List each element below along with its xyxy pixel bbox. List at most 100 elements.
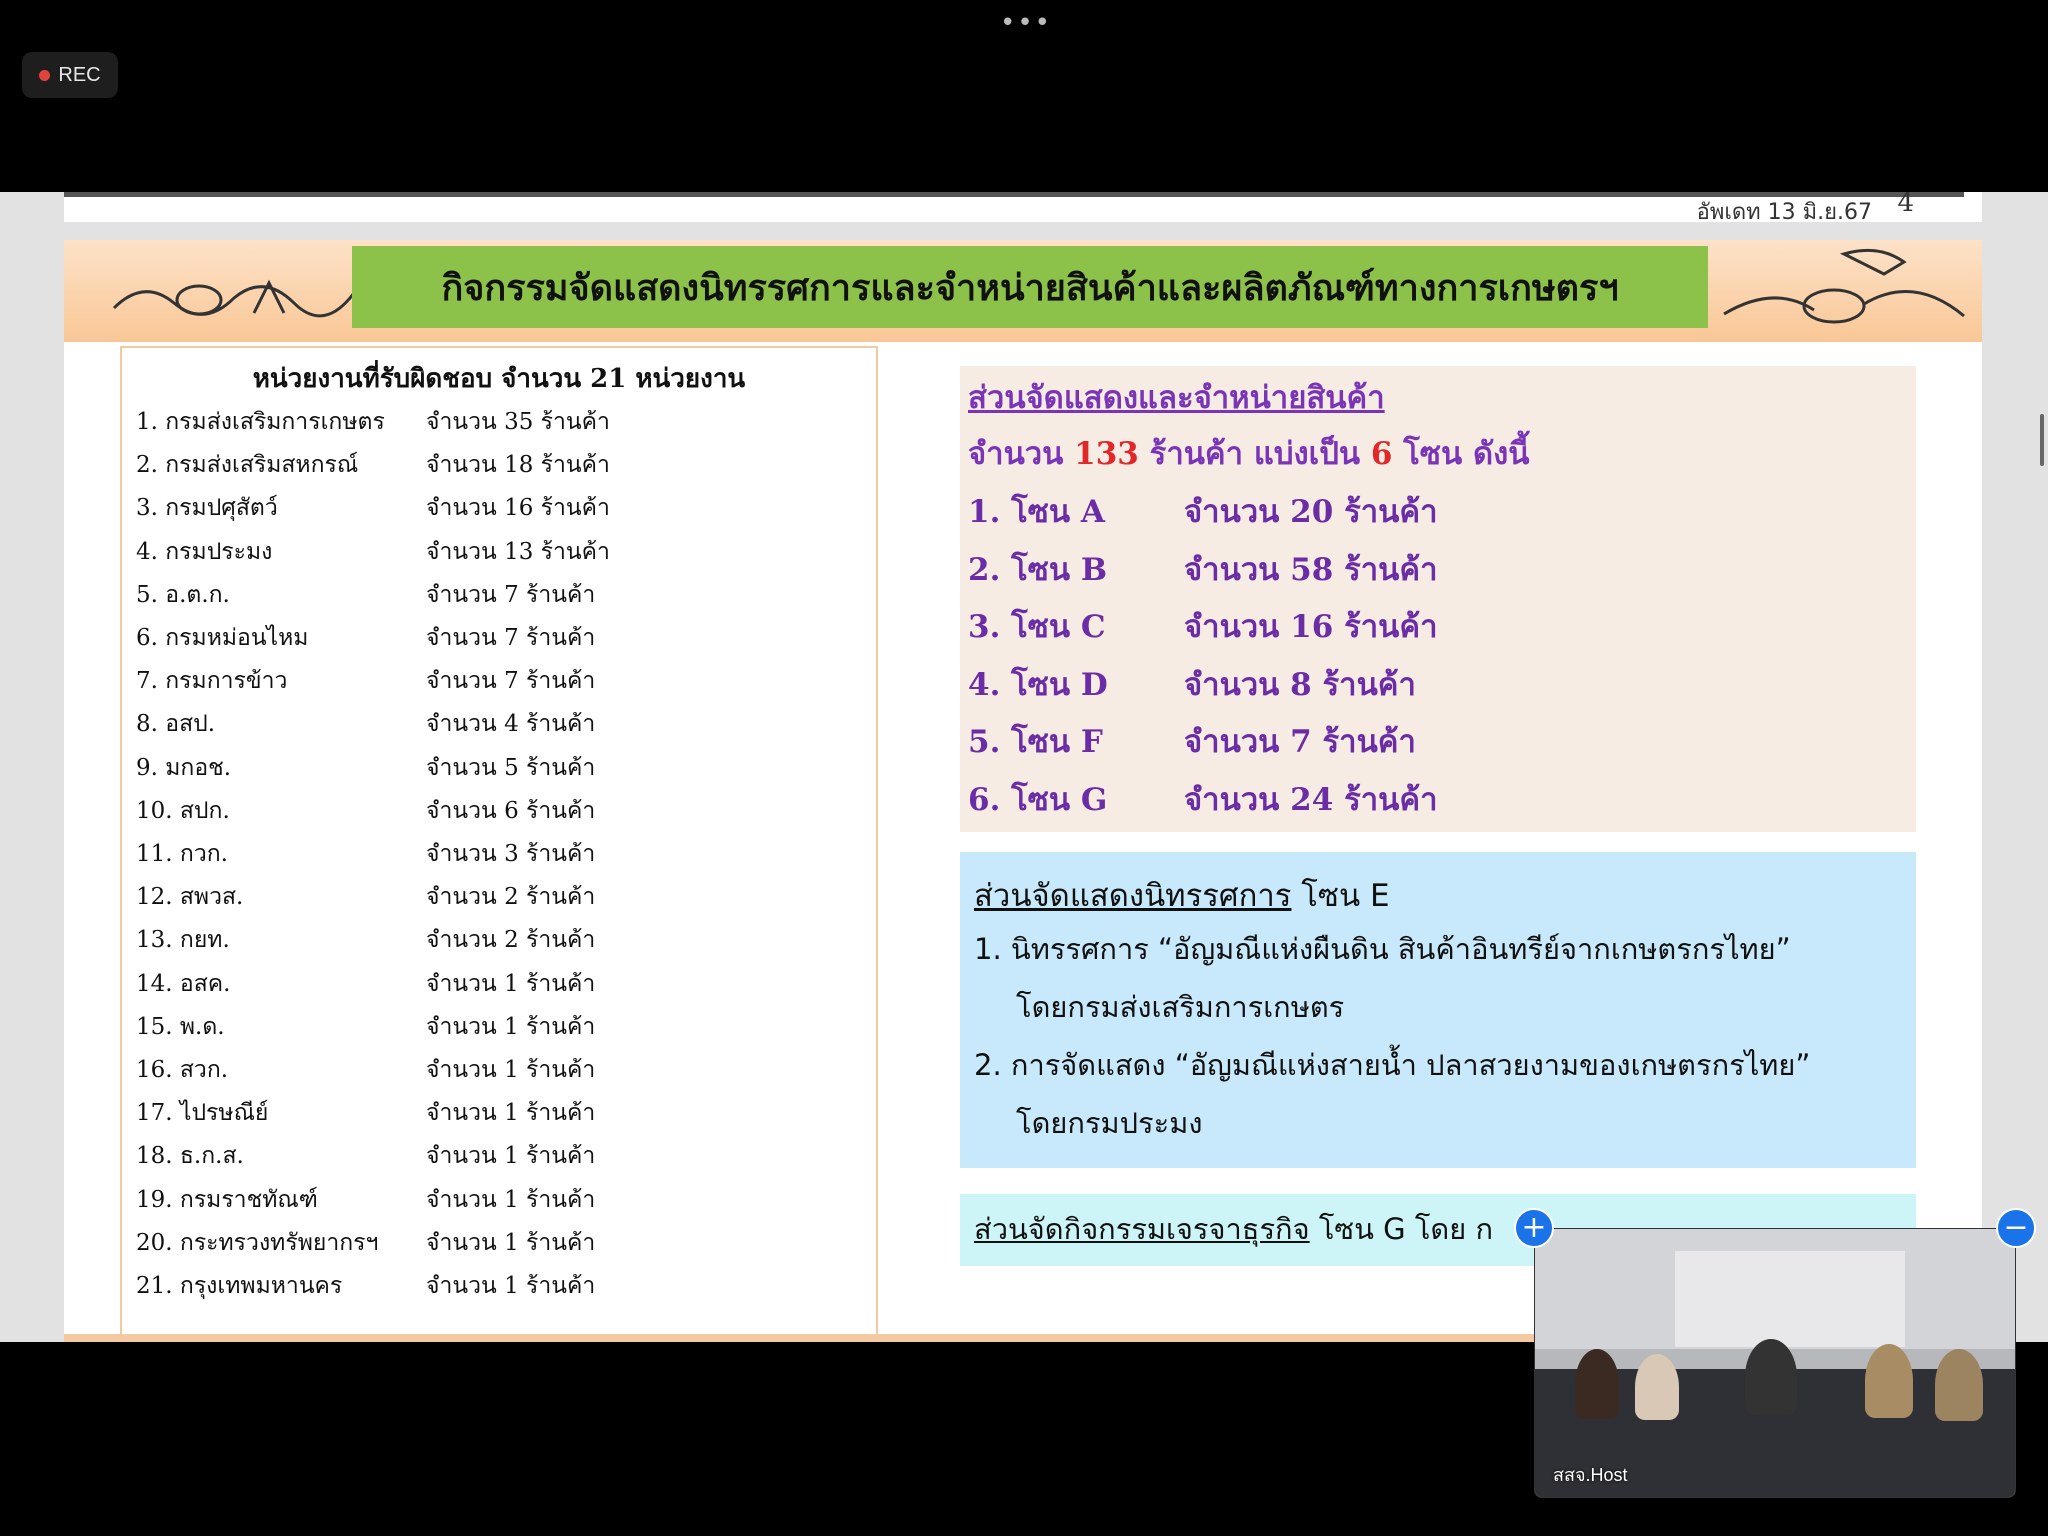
agency-store-count: จำนวน 1 ร้านค้า xyxy=(426,1100,596,1127)
slide-top-strip: อัพเดท 13 มิ.ย.67 4 xyxy=(64,192,1982,225)
agency-row: 7. กรมการข้าว จำนวน 7 ร้านค้า xyxy=(136,663,876,706)
agency-name: 16. สวก. xyxy=(136,1057,229,1083)
exhibition-line-2: โดยกรมส่งเสริมการเกษตร xyxy=(1016,990,1345,1024)
agency-row: 8. อสป. จำนวน 4 ร้านค้า xyxy=(136,706,876,749)
agency-row: 5. อ.ต.ก. จำนวน 7 ร้านค้า xyxy=(136,577,876,620)
agency-store-count: จำนวน 5 ร้านค้า xyxy=(426,754,596,781)
agency-row: 17. ไปรษณีย์ จำนวน 1 ร้านค้า xyxy=(136,1095,876,1138)
agency-name: 20. กระทรวงทรัพยากรฯ xyxy=(136,1229,379,1256)
zone-label: 2. โซน B xyxy=(968,551,1108,588)
decorative-farm-drawing-left-icon xyxy=(112,279,356,318)
agencies-panel: หน่วยงานที่รับผิดชอบ จำนวน 21 หน่วยงาน 1… xyxy=(120,346,878,1342)
slide-title: กิจกรรมจัดแสดงนิทรรศการและจำหน่ายสินค้าแ… xyxy=(441,266,1619,309)
agency-name: 19. กรมราชทัณฑ์ xyxy=(136,1186,318,1213)
participant-name: สสจ.Host xyxy=(1553,1465,1628,1485)
title-banner: กิจกรรมจัดแสดงนิทรรศการและจำหน่ายสินค้าแ… xyxy=(64,240,1982,344)
agency-store-count: จำนวน 3 ร้านค้า xyxy=(426,841,596,867)
agency-name: 15. พ.ด. xyxy=(136,1013,225,1040)
video-room-screen xyxy=(1675,1251,1905,1347)
zone-store-count: จำนวน 24 ร้านค้า xyxy=(1184,781,1438,818)
agency-row: 4. กรมประมง จำนวน 13 ร้านค้า xyxy=(136,534,876,577)
zones-summary-mid: ร้านค้า แบ่งเป็น xyxy=(1138,436,1371,472)
agency-store-count: จำนวน 2 ร้านค้า xyxy=(426,927,596,954)
agency-store-count: จำนวน 1 ร้านค้า xyxy=(426,1229,596,1256)
slide-content: หน่วยงานที่รับผิดชอบ จำนวน 21 หน่วยงาน 1… xyxy=(64,342,1982,1342)
zones-total-stores: 133 xyxy=(1074,436,1139,472)
slide-title-box: กิจกรรมจัดแสดงนิทรรศการและจำหน่ายสินค้าแ… xyxy=(352,246,1708,328)
agency-row: 20. กระทรวงทรัพยากรฯ จำนวน 1 ร้านค้า xyxy=(136,1225,876,1268)
recording-indicator: REC xyxy=(22,52,118,98)
side-panel-handle[interactable] xyxy=(2040,414,2044,466)
agency-row: 16. สวก. จำนวน 1 ร้านค้า xyxy=(136,1052,876,1095)
agencies-heading: หน่วยงานที่รับผิดชอบ จำนวน 21 หน่วยงาน xyxy=(252,364,746,394)
agency-store-count: จำนวน 13 ร้านค้า xyxy=(426,538,610,565)
exhibition-line-1: 1. นิทรรศการ “อัญมณีแห่งผืนดิน สินค้าอิน… xyxy=(974,932,1791,966)
agency-name: 6. กรมหม่อนไหม xyxy=(136,625,309,651)
agency-store-count: จำนวน 18 ร้านค้า xyxy=(426,452,610,479)
zone-label: 1. โซน A xyxy=(968,494,1105,530)
zone-row: 1. โซน A จำนวน 20 ร้านค้า xyxy=(968,486,1668,542)
agency-store-count: จำนวน 1 ร้านค้า xyxy=(426,1186,596,1213)
agency-store-count: จำนวน 35 ร้านค้า xyxy=(426,409,610,435)
agency-name: 12. สพวส. xyxy=(136,884,244,911)
zones-summary: จำนวน 133 ร้านค้า แบ่งเป็น 6 โซน ดังนี้ xyxy=(968,428,1529,478)
minimize-button[interactable]: − xyxy=(1996,1208,2036,1248)
agency-store-count: จำนวน 1 ร้านค้า xyxy=(426,1057,596,1083)
zones-summary-suffix: โซน ดังนี้ xyxy=(1392,436,1530,472)
agency-row: 2. กรมส่งเสริมสหกรณ์ จำนวน 18 ร้านค้า xyxy=(136,447,876,490)
agency-row: 11. กวก. จำนวน 3 ร้านค้า xyxy=(136,836,876,879)
zone-row: 5. โซน F จำนวน 7 ร้านค้า xyxy=(968,716,1668,772)
zone-store-count: จำนวน 20 ร้านค้า xyxy=(1184,494,1438,530)
agency-name: 1. กรมส่งเสริมการเกษตร xyxy=(136,409,385,435)
agency-store-count: จำนวน 6 ร้านค้า xyxy=(426,797,596,824)
agency-name: 18. ธ.ก.ส. xyxy=(136,1143,244,1170)
agency-store-count: จำนวน 4 ร้านค้า xyxy=(426,711,596,738)
zone-row: 2. โซน B จำนวน 58 ร้านค้า xyxy=(968,544,1668,600)
zone-label: 3. โซน C xyxy=(968,609,1106,645)
agency-name: 14. อสค. xyxy=(136,970,231,997)
agency-row: 10. สปก. จำนวน 6 ร้านค้า xyxy=(136,793,876,836)
agency-store-count: จำนวน 1 ร้านค้า xyxy=(426,1013,596,1040)
add-button[interactable]: + xyxy=(1514,1208,1554,1248)
page-number: 4 xyxy=(1897,192,1914,218)
zone-label: 6. โซน G xyxy=(968,781,1108,818)
zones-count: 6 xyxy=(1370,436,1393,472)
zone-row: 6. โซน G จำนวน 24 ร้านค้า xyxy=(968,774,1668,830)
agency-store-count: จำนวน 1 ร้านค้า xyxy=(426,1273,596,1299)
agency-name: 2. กรมส่งเสริมสหกรณ์ xyxy=(136,452,359,479)
agency-row: 15. พ.ด. จำนวน 1 ร้านค้า xyxy=(136,1009,876,1052)
zones-panel: ส่วนจัดแสดงและจำหน่ายสินค้า จำนวน 133 ร้… xyxy=(960,366,1916,832)
agency-store-count: จำนวน 16 ร้านค้า xyxy=(426,495,610,522)
zone-label: 4. โซน D xyxy=(968,666,1108,703)
agency-store-count: จำนวน 1 ร้านค้า xyxy=(426,970,596,997)
agency-store-count: จำนวน 7 ร้านค้า xyxy=(426,625,596,651)
agency-store-count: จำนวน 1 ร้านค้า xyxy=(426,1143,596,1170)
exhibition-heading: ส่วนจัดแสดงนิทรรศการ โซน E xyxy=(974,870,1390,920)
agency-store-count: จำนวน 2 ร้านค้า xyxy=(426,884,596,911)
zone-row: 3. โซน C จำนวน 16 ร้านค้า xyxy=(968,601,1668,657)
business-heading-rest: โซน G โดย ก xyxy=(1309,1212,1493,1246)
more-options-icon[interactable]: ••• xyxy=(1000,8,1052,38)
agency-store-count: จำนวน 7 ร้านค้า xyxy=(426,668,596,695)
agency-name: 4. กรมประมง xyxy=(136,538,273,565)
agency-name: 13. กยท. xyxy=(136,927,230,954)
decorative-farm-drawing-right-icon xyxy=(1723,248,1965,324)
slide-top-bar xyxy=(64,192,1964,197)
recording-label: REC xyxy=(58,63,101,86)
agency-row: 6. กรมหม่อนไหม จำนวน 7 ร้านค้า xyxy=(136,620,876,663)
agency-name: 9. มกอช. xyxy=(136,754,232,781)
participant-video-tile[interactable]: สสจ.Host xyxy=(1534,1228,2016,1498)
record-dot-icon xyxy=(39,69,51,81)
agency-row: 3. กรมปศุสัตว์ จำนวน 16 ร้านค้า xyxy=(136,490,876,533)
exhibition-panel: ส่วนจัดแสดงนิทรรศการ โซน E 1. นิทรรศการ … xyxy=(960,852,1916,1168)
zone-store-count: จำนวน 16 ร้านค้า xyxy=(1184,609,1438,645)
agency-row: 18. ธ.ก.ส. จำนวน 1 ร้านค้า xyxy=(136,1138,876,1181)
agency-name: 17. ไปรษณีย์ xyxy=(136,1100,269,1127)
agency-row: 13. กยท. จำนวน 2 ร้านค้า xyxy=(136,922,876,965)
business-heading: ส่วนจัดกิจกรรมเจรจาธุรกิจ โซน G โดย ก xyxy=(974,1206,1493,1252)
video-person xyxy=(1935,1349,1983,1421)
zone-store-count: จำนวน 7 ร้านค้า xyxy=(1184,724,1416,760)
exhibition-heading-main: ส่วนจัดแสดงนิทรรศการ xyxy=(974,878,1292,914)
agency-row: 12. สพวส. จำนวน 2 ร้านค้า xyxy=(136,879,876,922)
agency-name: 3. กรมปศุสัตว์ xyxy=(136,495,278,522)
